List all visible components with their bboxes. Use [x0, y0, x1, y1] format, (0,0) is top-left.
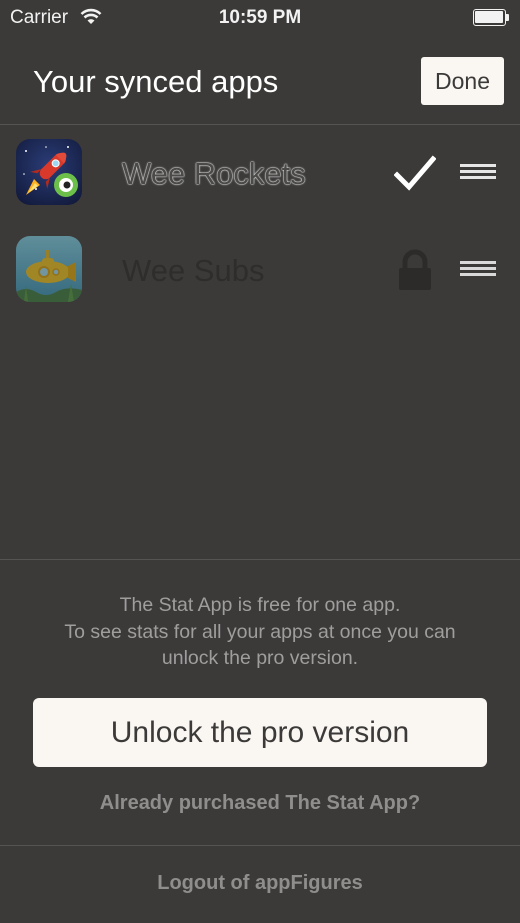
- header: Your synced apps Done: [0, 36, 520, 125]
- unlock-pro-button[interactable]: Unlock the pro version: [33, 698, 487, 767]
- footer-divider: [0, 559, 520, 560]
- bottom-divider: [0, 845, 520, 846]
- reorder-handle-icon[interactable]: [460, 164, 496, 180]
- promo-line: To see stats for all your apps at once y…: [64, 620, 456, 643]
- lock-icon[interactable]: [394, 249, 436, 291]
- submarine-app-icon: [16, 236, 82, 302]
- already-purchased-link[interactable]: Already purchased The Stat App?: [0, 792, 520, 815]
- status-bar: Carrier 10:59 PM: [0, 0, 520, 36]
- battery-icon: [473, 9, 510, 26]
- logout-link[interactable]: Logout of appFigures: [0, 872, 520, 895]
- done-button[interactable]: Done: [421, 57, 504, 105]
- status-time: 10:59 PM: [218, 7, 302, 28]
- promo-text: The Stat App is free for one app. To see…: [20, 592, 500, 672]
- app-name: Wee Rockets: [122, 156, 306, 191]
- app-row-wee-rockets[interactable]: Wee Rockets: [0, 124, 520, 222]
- checkmark-icon[interactable]: [394, 152, 436, 194]
- promo-line: The Stat App is free for one app.: [119, 594, 401, 616]
- app-name: Wee Subs: [122, 253, 265, 288]
- page-title: Your synced apps: [33, 64, 279, 99]
- promo-line: unlock the pro version.: [161, 647, 359, 669]
- app-row-wee-subs[interactable]: Wee Subs: [0, 221, 520, 319]
- reorder-handle-icon[interactable]: [460, 261, 496, 277]
- rocket-app-icon: [16, 139, 82, 205]
